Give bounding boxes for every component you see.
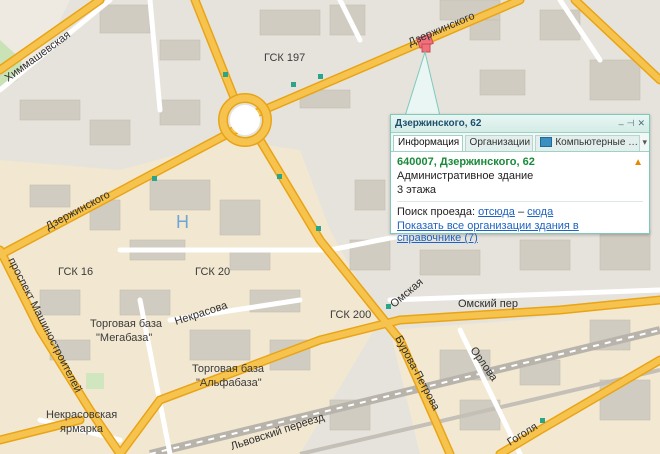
popup-header: Дзержинского, 62 – ⊣ ✕ <box>391 115 649 133</box>
building-info-popup: Дзержинского, 62 – ⊣ ✕ Информация Органи… <box>390 114 650 244</box>
show-all-organizations-link[interactable]: Показать все организации здания в справо… <box>397 220 579 244</box>
tab-computer[interactable]: Компьютерные … <box>535 135 641 151</box>
divider <box>397 201 643 202</box>
warning-icon: ▲ <box>633 157 643 168</box>
park-small <box>86 373 104 389</box>
label-gsk-16: ГСК 16 <box>58 266 93 278</box>
building-floors: 3 этажа <box>397 184 437 196</box>
label-market-1: Некрасовская <box>46 409 117 421</box>
popup-title: Дзержинского, 62 <box>395 118 482 129</box>
popup-body: 640007, Дзержинского, 62 ▲ Административ… <box>391 152 649 248</box>
pin-icon[interactable]: – <box>619 119 624 129</box>
label-base-alfa-1: Торговая база <box>192 363 265 375</box>
building-address: 640007, Дзержинского, 62 <box>397 156 535 168</box>
label-market-2: ярмарка <box>60 423 104 435</box>
label-base-mega-1: Торговая база <box>90 318 163 330</box>
route-to-link[interactable]: сюда <box>527 206 553 218</box>
route-dash: – <box>517 206 525 218</box>
street-label-omsky-per: Омский пер <box>458 298 518 310</box>
close-icon[interactable]: ✕ <box>637 118 645 129</box>
hospital-h-icon: Н <box>176 212 189 232</box>
label-gsk-20: ГСК 20 <box>195 266 230 278</box>
tab-info[interactable]: Информация <box>393 135 463 151</box>
label-base-mega-2: "Мегабаза" <box>96 332 152 344</box>
popup-tabs: Информация Организации Компьютерные … ▾ <box>391 133 649 152</box>
route-search: Поиск проезда: отсюда – сюда <box>397 206 643 218</box>
tabs-scroll-icon[interactable]: ▾ <box>642 135 647 151</box>
building-type: Административное здание <box>397 170 534 182</box>
label-gsk-200: ГСК 200 <box>330 309 371 321</box>
label-base-alfa-2: "Альфабаза" <box>196 377 262 389</box>
roundabout-center <box>230 105 260 135</box>
label-gsk-197: ГСК 197 <box>264 52 305 64</box>
dock-icon[interactable]: ⊣ <box>627 118 635 129</box>
route-label: Поиск проезда: <box>397 206 475 218</box>
tab-organizations[interactable]: Организации <box>464 135 534 151</box>
route-from-link[interactable]: отсюда <box>478 206 515 218</box>
computer-icon <box>540 137 553 148</box>
